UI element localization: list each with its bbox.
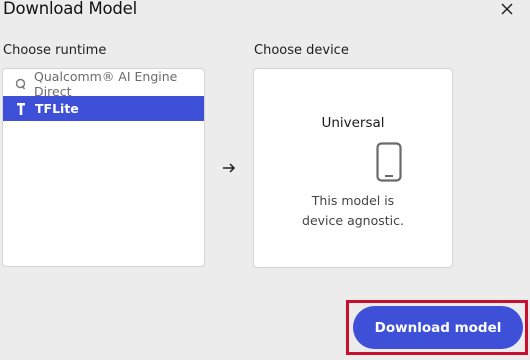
device-name: Universal [321, 115, 385, 131]
choose-device-label: Choose device [254, 43, 349, 58]
close-icon [501, 3, 513, 15]
runtime-item-qualcomm[interactable]: Qualcomm® AI Engine Direct [3, 68, 204, 99]
device-description-line2: device agnostic. [302, 213, 404, 228]
arrow-right-icon [223, 163, 236, 173]
download-model-button[interactable]: Download model [353, 306, 523, 349]
device-description-line1: This model is [311, 193, 395, 208]
choose-runtime-label: Choose runtime [3, 43, 107, 58]
close-button[interactable] [496, 0, 518, 20]
runtime-list: Qualcomm® AI Engine Direct TFLite [2, 68, 205, 267]
runtime-item-tflite[interactable]: TFLite [3, 96, 204, 121]
dialog-title: Download Model [3, 0, 138, 18]
qualcomm-icon [15, 78, 26, 90]
runtime-item-label: TFLite [35, 101, 79, 116]
tflite-icon [15, 102, 27, 115]
device-card[interactable]: Universal This model is device agnostic. [253, 68, 453, 268]
runtime-item-label: Qualcomm® AI Engine Direct [34, 68, 178, 99]
phone-icon [376, 142, 402, 182]
device-description: This model is device agnostic. [254, 191, 452, 231]
